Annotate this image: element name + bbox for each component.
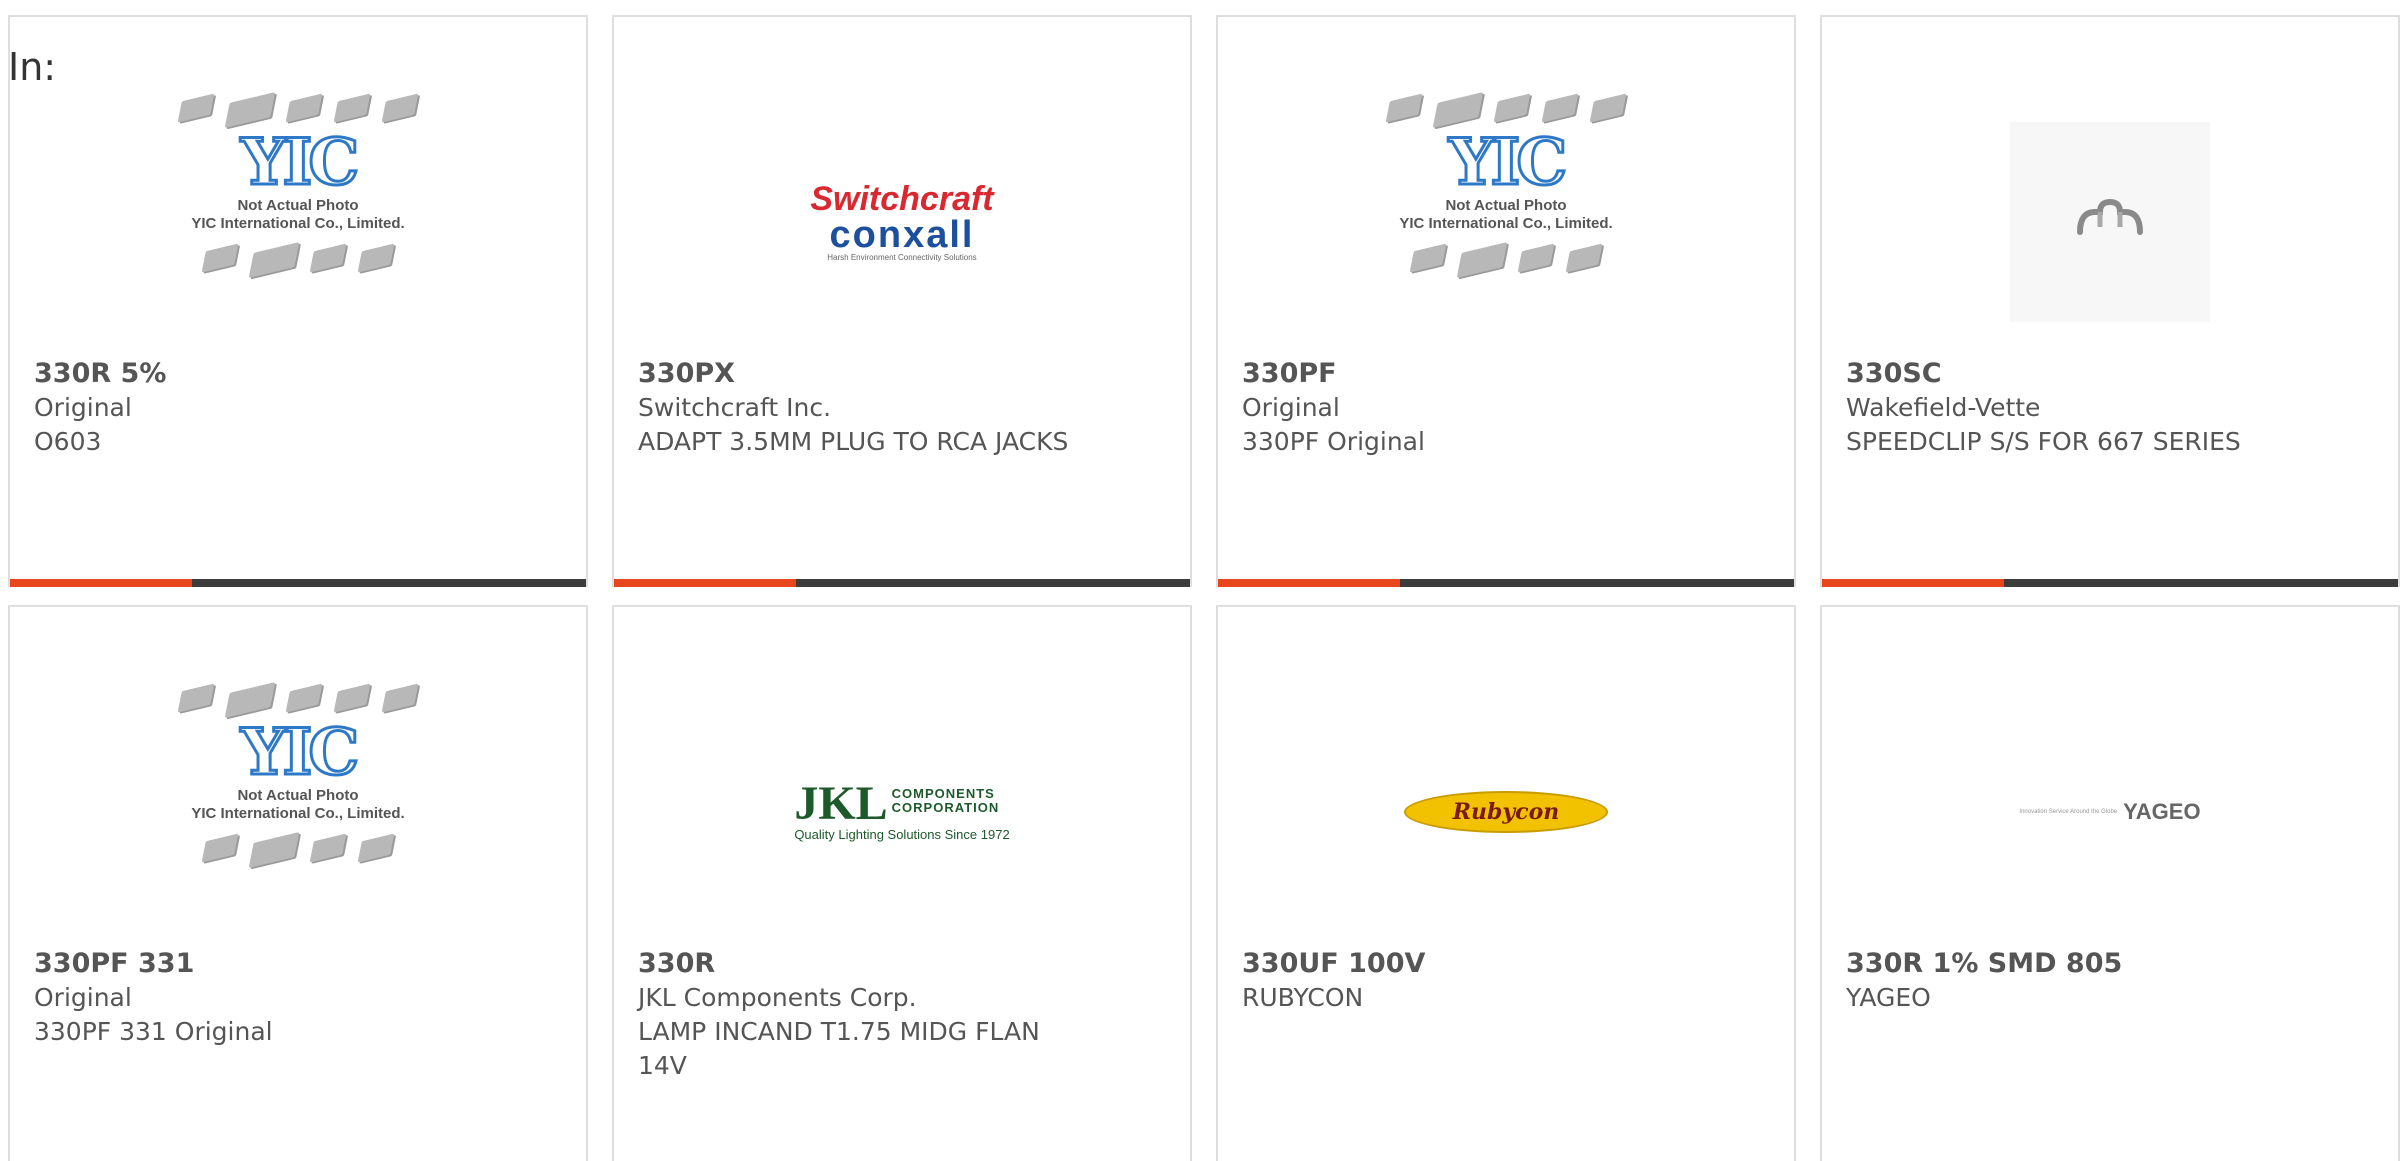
yic-caption-2: YIC International Co., Limited. — [1399, 215, 1613, 232]
product-card[interactable]: JKL COMPONENTS CORPORATION Quality Light… — [612, 605, 1192, 1161]
product-image[interactable]: JKL COMPONENTS CORPORATION Quality Light… — [614, 677, 1190, 947]
product-image[interactable]: Rubycon — [1218, 677, 1794, 947]
product-grid: YIC Not Actual Photo YIC International C… — [8, 15, 2400, 1161]
yic-caption-1: Not Actual Photo — [237, 787, 359, 804]
chip-icons — [163, 832, 433, 868]
card-bottom-bar — [1218, 579, 1794, 587]
manufacturer: Original — [34, 393, 132, 422]
part-number-link[interactable]: 330PX — [638, 357, 1166, 391]
manufacturer: RUBYCON — [1242, 983, 1364, 1012]
jkl-logo-sub-1: COMPONENTS — [891, 785, 995, 801]
yic-logo: YIC — [1447, 125, 1569, 200]
product-card[interactable]: YIC Not Actual Photo YIC International C… — [8, 605, 588, 1161]
part-number-link[interactable]: 330PF — [1242, 357, 1770, 391]
product-card[interactable]: YIC Not Actual Photo YIC International C… — [8, 15, 588, 587]
chip-icons — [1371, 242, 1641, 278]
manufacturer: Original — [34, 983, 132, 1012]
manufacturer: YAGEO — [1846, 983, 1931, 1012]
product-image[interactable]: YIC Not Actual Photo YIC International C… — [10, 677, 586, 947]
part-number-link[interactable]: 330R — [638, 947, 1166, 981]
yageo-logo-text: YAGEO — [2123, 799, 2201, 824]
card-bottom-bar — [1822, 579, 2398, 587]
product-image[interactable] — [1822, 87, 2398, 357]
card-accent-bar — [10, 579, 192, 587]
part-number-link[interactable]: 330PF 331 — [34, 947, 562, 981]
product-image[interactable]: Innovation Service Around the Globe YAGE… — [1822, 677, 2398, 947]
part-number-link[interactable]: 330R 5% — [34, 357, 562, 391]
product-info: 330R 5% Original O603 — [34, 357, 562, 459]
manufacturer: Wakefield-Vette — [1846, 393, 2041, 422]
chip-icons — [163, 682, 433, 718]
rubycon-logo: Rubycon — [1404, 791, 1608, 833]
switchcraft-tagline: Harsh Environment Connectivity Solutions — [827, 253, 977, 262]
yic-placeholder-image: YIC Not Actual Photo YIC International C… — [163, 682, 433, 937]
description: 330PF Original — [1242, 427, 1425, 456]
product-info: 330PX Switchcraft Inc. ADAPT 3.5MM PLUG … — [638, 357, 1166, 459]
product-image[interactable]: Switchcraft conxall Harsh Environment Co… — [614, 87, 1190, 357]
yic-logo: YIC — [239, 125, 361, 200]
yic-caption-1: Not Actual Photo — [237, 197, 359, 214]
part-number-link[interactable]: 330SC — [1846, 357, 2374, 391]
yageo-tagline: Innovation Service Around the Globe — [2019, 809, 2118, 815]
description: LAMP INCAND T1.75 MIDG FLAN 14V — [638, 1017, 1040, 1080]
description: O603 — [34, 427, 102, 456]
product-info: 330R 1% SMD 805 YAGEO — [1846, 947, 2374, 1015]
manufacturer: Switchcraft Inc. — [638, 393, 832, 422]
yic-caption-2: YIC International Co., Limited. — [191, 215, 405, 232]
yic-logo: YIC — [239, 715, 361, 790]
description: SPEEDCLIP S/S FOR 667 SERIES — [1846, 427, 2241, 456]
conxall-logo-text: conxall — [829, 214, 975, 256]
yageo-logo: Innovation Service Around the Globe YAGE… — [2019, 799, 2200, 825]
description: 330PF 331 Original — [34, 1017, 273, 1046]
switchcraft-logo: Switchcraft conxall Harsh Environment Co… — [810, 182, 993, 262]
jkl-logo-sub-2: CORPORATION — [891, 799, 1000, 815]
card-bottom-bar — [614, 579, 1190, 587]
chip-icons — [163, 242, 433, 278]
product-card[interactable]: Rubycon 330UF 100V RUBYCON — [1216, 605, 1796, 1161]
product-info: 330PF 331 Original 330PF 331 Original — [34, 947, 562, 1049]
product-info: 330PF Original 330PF Original — [1242, 357, 1770, 459]
card-bottom-bar — [10, 579, 586, 587]
jkl-tagline: Quality Lighting Solutions Since 1972 — [794, 826, 1010, 842]
product-card[interactable]: Innovation Service Around the Globe YAGE… — [1820, 605, 2400, 1161]
product-info: 330SC Wakefield-Vette SPEEDCLIP S/S FOR … — [1846, 357, 2374, 459]
description: ADAPT 3.5MM PLUG TO RCA JACKS — [638, 427, 1069, 456]
product-info: 330R JKL Components Corp. LAMP INCAND T1… — [638, 947, 1166, 1083]
jkl-logo: JKL COMPONENTS CORPORATION Quality Light… — [794, 776, 1010, 842]
chip-icons — [1371, 92, 1641, 128]
clip-icon — [2077, 198, 2143, 235]
speedclip-photo — [2010, 122, 2210, 322]
product-listing-page: In: YIC Not Actual Photo YIC Internation… — [0, 0, 2400, 1161]
product-info: 330UF 100V RUBYCON — [1242, 947, 1770, 1015]
part-number-link[interactable]: 330UF 100V — [1242, 947, 1770, 981]
yic-caption-1: Not Actual Photo — [1445, 197, 1567, 214]
filter-in-label: In: — [8, 45, 57, 89]
product-image[interactable]: YIC Not Actual Photo YIC International C… — [10, 87, 586, 357]
card-accent-bar — [1822, 579, 2004, 587]
yic-placeholder-image: YIC Not Actual Photo YIC International C… — [163, 92, 433, 347]
manufacturer: JKL Components Corp. — [638, 983, 917, 1012]
product-card[interactable]: Switchcraft conxall Harsh Environment Co… — [612, 15, 1192, 587]
jkl-logo-text: JKL — [794, 776, 888, 830]
product-card[interactable]: YIC Not Actual Photo YIC International C… — [1216, 15, 1796, 587]
yic-caption-2: YIC International Co., Limited. — [191, 805, 405, 822]
manufacturer: Original — [1242, 393, 1340, 422]
product-image[interactable]: YIC Not Actual Photo YIC International C… — [1218, 87, 1794, 357]
card-accent-bar — [1218, 579, 1400, 587]
switchcraft-logo-text: Switchcraft — [810, 180, 994, 218]
part-number-link[interactable]: 330R 1% SMD 805 — [1846, 947, 2374, 981]
yic-placeholder-image: YIC Not Actual Photo YIC International C… — [1371, 92, 1641, 347]
chip-icons — [163, 92, 433, 128]
product-card[interactable]: 330SC Wakefield-Vette SPEEDCLIP S/S FOR … — [1820, 15, 2400, 587]
card-accent-bar — [614, 579, 796, 587]
